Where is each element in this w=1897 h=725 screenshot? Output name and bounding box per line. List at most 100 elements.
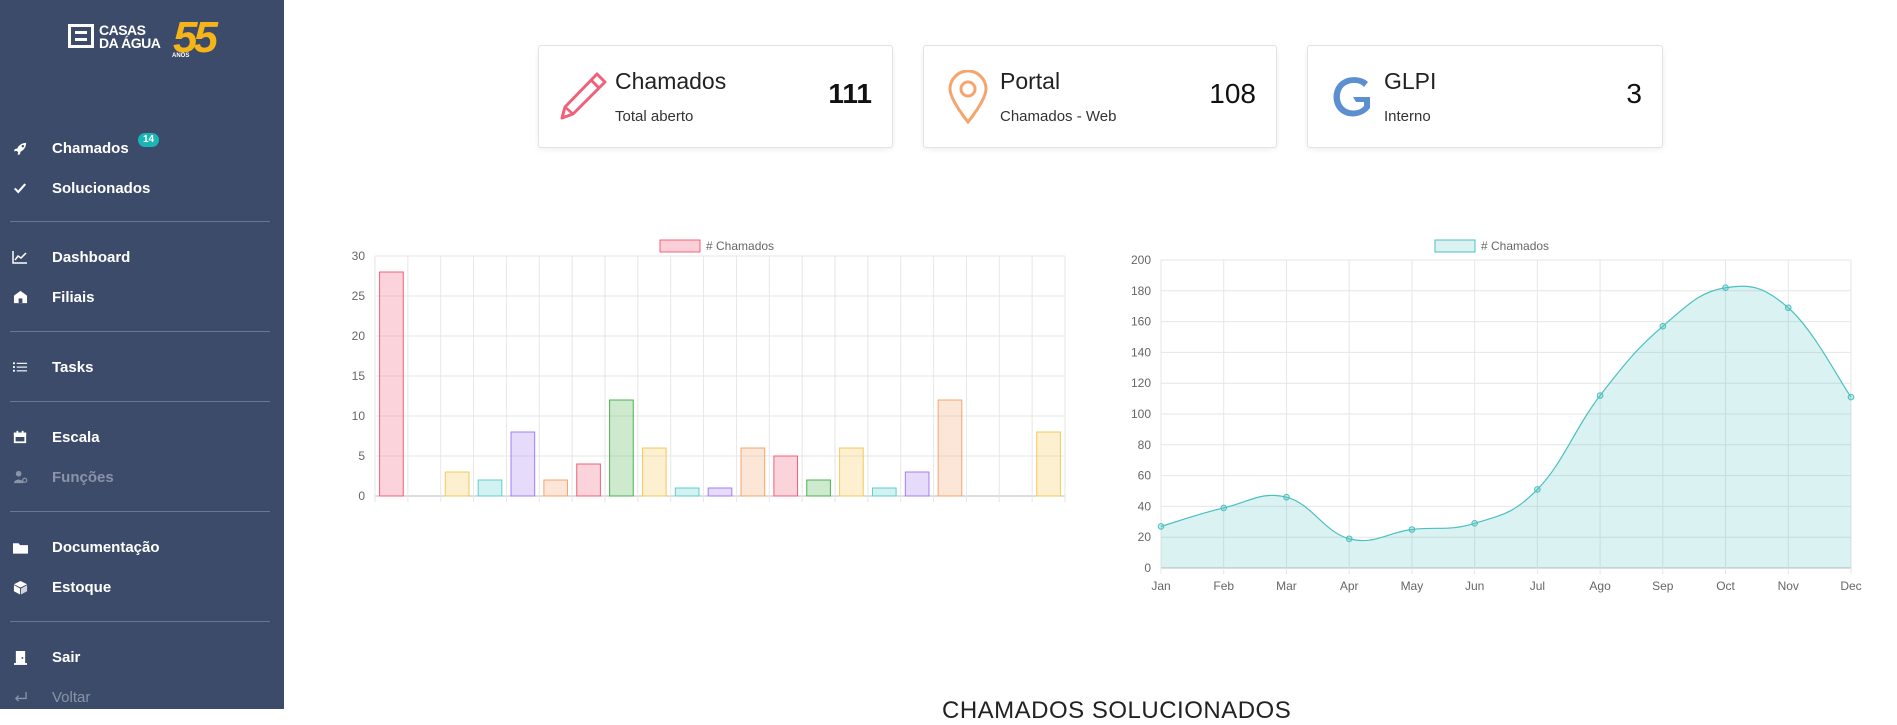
y-tick-label: 20 xyxy=(1138,530,1152,544)
rocket-icon xyxy=(12,140,28,156)
data-point xyxy=(1722,284,1729,292)
sidebar-item-label: Documentação xyxy=(52,538,160,556)
x-tick-label: May xyxy=(1401,579,1424,593)
x-tick-label: Ago xyxy=(1589,579,1611,593)
sidebar-divider xyxy=(10,621,270,622)
card-subtitle: Total aberto xyxy=(615,108,694,125)
bar xyxy=(641,447,667,497)
sidebar-divider xyxy=(10,221,270,222)
data-point xyxy=(1847,393,1855,401)
company-logo[interactable]: CASAS DA ÁGUA 55 ANOS xyxy=(68,14,228,64)
sidebar: CASAS DA ÁGUA 55 ANOS Chamados 14 Soluci… xyxy=(0,0,284,709)
sidebar-item-filiais[interactable]: Filiais xyxy=(0,283,284,311)
data-point xyxy=(1157,523,1165,530)
card-value: 111 xyxy=(828,78,872,109)
x-tick-label: Apr xyxy=(1340,579,1359,593)
y-tick-label: 30 xyxy=(352,249,366,263)
y-tick-label: 20 xyxy=(352,329,366,343)
sidebar-item-dashboard[interactable]: Dashboard xyxy=(0,243,284,271)
sidebar-item-label: Solucionados xyxy=(52,179,151,197)
sidebar-item-label: Estoque xyxy=(52,578,112,596)
bar xyxy=(543,479,569,497)
user-gear-icon xyxy=(12,469,28,485)
stat-card-chamados[interactable]: Chamados Total aberto 111 xyxy=(538,45,893,148)
bar xyxy=(576,463,601,497)
y-tick-label: 10 xyxy=(352,409,366,423)
legend-label: # Chamados xyxy=(706,239,774,253)
map-pin-icon xyxy=(942,69,994,125)
card-subtitle: Interno xyxy=(1384,108,1431,125)
x-tick-label: Sep xyxy=(1652,579,1674,593)
x-tick-label: Nov xyxy=(1778,579,1799,593)
sidebar-item-documentacao[interactable]: Documentação xyxy=(0,533,284,561)
legend-label: # Chamados xyxy=(1481,239,1549,253)
sidebar-item-label: Voltar xyxy=(52,688,91,706)
bar xyxy=(937,399,963,497)
data-point xyxy=(1471,520,1478,527)
x-tick-label: Jun xyxy=(1465,579,1484,593)
notification-badge: 14 xyxy=(138,133,160,147)
data-point xyxy=(1345,535,1353,543)
x-tick-label: Jul xyxy=(1530,579,1545,593)
data-point xyxy=(1784,304,1792,312)
calendar-icon xyxy=(12,429,28,445)
stat-card-portal[interactable]: Portal Chamados - Web 108 xyxy=(923,45,1277,148)
sidebar-item-voltar[interactable]: Voltar xyxy=(0,683,284,711)
return-arrow-icon xyxy=(12,689,28,705)
sidebar-item-funcoes[interactable]: Funções xyxy=(0,463,284,491)
x-tick-label: Mar xyxy=(1276,579,1297,593)
stat-card-glpi[interactable]: GLPI Interno 3 xyxy=(1307,45,1663,148)
card-value: 108 xyxy=(1209,78,1256,109)
sidebar-item-label: Sair xyxy=(52,648,81,666)
bar xyxy=(740,447,766,497)
card-value: 3 xyxy=(1626,78,1642,109)
bar xyxy=(477,479,503,497)
bar xyxy=(1036,431,1061,497)
sidebar-item-label: Filiais xyxy=(52,288,95,306)
logo-anos: ANOS xyxy=(172,53,190,59)
folder-icon xyxy=(12,539,28,555)
y-tick-label: 140 xyxy=(1131,345,1151,359)
y-tick-label: 180 xyxy=(1131,284,1151,298)
bar xyxy=(806,479,831,497)
y-tick-label: 25 xyxy=(352,289,366,303)
bar xyxy=(379,271,404,497)
data-point xyxy=(1283,493,1290,501)
y-tick-label: 0 xyxy=(358,489,365,503)
bar xyxy=(904,471,930,497)
sidebar-item-solucionados[interactable]: Solucionados xyxy=(0,174,284,202)
y-tick-label: 0 xyxy=(1144,561,1151,575)
box-icon xyxy=(12,579,28,595)
sidebar-item-label: Escala xyxy=(52,428,100,446)
x-tick-label: Feb xyxy=(1213,579,1234,593)
y-tick-label: 120 xyxy=(1131,376,1151,390)
glpi-logo-icon xyxy=(1326,70,1378,124)
logo-mark-icon xyxy=(68,24,94,48)
bar xyxy=(773,455,799,497)
sidebar-item-sair[interactable]: Sair xyxy=(0,643,284,671)
list-icon xyxy=(12,359,28,375)
area-chart: # Chamados 0 20 40 60 80 100 120 140 160 180 200 Jan… xyxy=(1131,239,1862,593)
x-tick-label: Oct xyxy=(1716,579,1735,593)
sidebar-divider xyxy=(10,511,270,512)
y-tick-label: 100 xyxy=(1131,407,1151,421)
sidebar-item-tasks[interactable]: Tasks xyxy=(0,353,284,381)
bar xyxy=(444,471,470,497)
pencil-icon xyxy=(557,70,609,124)
sidebar-item-label: Funções xyxy=(52,468,114,486)
sidebar-item-label: Tasks xyxy=(52,358,94,376)
card-title: Portal xyxy=(1000,68,1061,94)
door-icon xyxy=(12,649,28,665)
bar xyxy=(674,487,700,497)
y-tick-label: 15 xyxy=(352,369,366,383)
bar xyxy=(871,487,897,497)
sidebar-divider xyxy=(10,331,270,332)
sidebar-item-escala[interactable]: Escala xyxy=(0,423,284,451)
bar xyxy=(707,487,733,497)
logo-text: CASAS DA ÁGUA xyxy=(99,22,161,51)
bar-chart: # Chamados 0 5 10 15 20 25 30 xyxy=(352,239,1066,503)
y-tick-label: 200 xyxy=(1131,253,1151,267)
y-tick-label: 80 xyxy=(1138,438,1152,452)
sidebar-item-estoque[interactable]: Estoque xyxy=(0,573,284,601)
sidebar-item-chamados[interactable]: Chamados 14 xyxy=(0,133,284,162)
